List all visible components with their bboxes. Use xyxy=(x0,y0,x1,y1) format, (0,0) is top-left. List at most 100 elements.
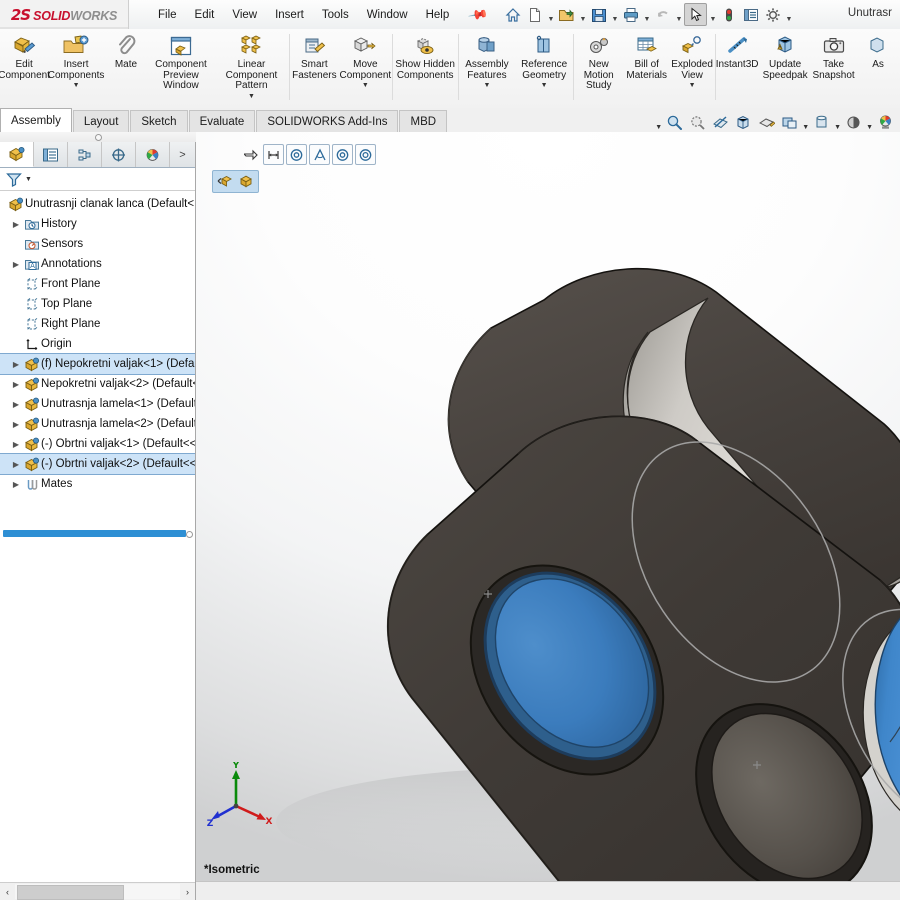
linear-pattern-caret[interactable]: ▼ xyxy=(248,93,255,100)
expand-arrow-icon[interactable]: ▶ xyxy=(10,360,22,369)
home-icon[interactable] xyxy=(502,4,523,25)
tree-item-obrtni-valjak-1[interactable]: ▶ (-) Obrtni valjak<1> (Default<<De xyxy=(0,434,195,454)
appearance-caret[interactable]: ▼ xyxy=(834,110,841,135)
insert-components-button[interactable]: Insert Components ▼ xyxy=(48,29,104,108)
select-cursor-caret[interactable]: ▼ xyxy=(708,2,717,28)
new-document-icon[interactable] xyxy=(524,4,545,25)
reference-geometry-button[interactable]: Reference Geometry ▼ xyxy=(515,29,573,108)
print-caret[interactable]: ▼ xyxy=(642,2,651,28)
distance-mate-icon[interactable] xyxy=(263,144,284,165)
tab-sketch[interactable]: Sketch xyxy=(130,110,188,132)
tree-resize-dot[interactable] xyxy=(186,531,193,538)
menu-item-file[interactable]: File xyxy=(149,5,186,25)
tree-item-sensors[interactable]: Sensors xyxy=(0,234,195,254)
scrollbar-track[interactable] xyxy=(15,884,180,900)
isolate-component-icon[interactable] xyxy=(214,172,235,191)
undo-caret[interactable]: ▼ xyxy=(674,2,683,28)
pushpin-icon[interactable]: 📌 xyxy=(467,3,490,25)
feature-manager-tab[interactable] xyxy=(0,142,34,167)
edit-component-button[interactable]: Edit Component xyxy=(0,29,50,108)
filter-caret-icon[interactable]: ▼ xyxy=(25,176,32,183)
move-component-button[interactable]: Move Component ▼ xyxy=(339,29,391,108)
flip-mate-alignment-icon[interactable] xyxy=(242,145,261,164)
show-hidden-components-button[interactable]: Show Hidden Components xyxy=(392,29,458,108)
save-icon[interactable] xyxy=(588,4,609,25)
tree-item-right-plane[interactable]: Right Plane xyxy=(0,314,195,334)
angle-mate-icon[interactable] xyxy=(309,144,330,165)
heads-up-expand-caret[interactable]: ▼ xyxy=(655,110,662,135)
menu-item-insert[interactable]: Insert xyxy=(266,5,313,25)
menu-item-tools[interactable]: Tools xyxy=(313,5,358,25)
menu-item-window[interactable]: Window xyxy=(358,5,417,25)
panel-bottom-scrollbar[interactable]: ‹ › xyxy=(0,882,195,900)
print-icon[interactable] xyxy=(620,4,641,25)
expand-arrow-icon[interactable]: ▶ xyxy=(10,400,22,409)
tree-item-unutrasnja-lamela-2[interactable]: ▶ Unutrasnja lamela<2> (Default<< xyxy=(0,414,195,434)
assembly-features-caret[interactable]: ▼ xyxy=(483,82,490,89)
tab-mbd[interactable]: MBD xyxy=(399,110,448,132)
tab-assembly[interactable]: Assembly xyxy=(0,108,72,132)
tree-item-history[interactable]: ▶ History xyxy=(0,214,195,234)
scrollbar-thumb[interactable] xyxy=(17,885,124,900)
exploded-view-button[interactable]: Exploded View ▼ xyxy=(670,29,715,108)
reference-geometry-caret[interactable]: ▼ xyxy=(541,82,548,89)
settings-caret[interactable]: ▼ xyxy=(784,2,793,28)
scroll-left-arrow-icon[interactable]: ‹ xyxy=(0,884,15,899)
display-style-icon[interactable] xyxy=(756,112,777,133)
expand-arrow-icon[interactable]: ▶ xyxy=(10,380,22,389)
new-motion-study-button[interactable]: New Motion Study xyxy=(574,29,624,108)
instant3d-button[interactable]: Instant3D xyxy=(715,29,759,108)
expand-arrow-icon[interactable]: ▶ xyxy=(10,220,22,229)
select-cursor-icon[interactable] xyxy=(684,3,708,26)
bill-of-materials-button[interactable]: Bill of Materials xyxy=(624,29,670,108)
open-folder-caret[interactable]: ▼ xyxy=(578,2,587,28)
tree-item-nepokretni-valjak-2[interactable]: ▶ Nepokretni valjak<2> (Default<<I xyxy=(0,374,195,394)
configuration-manager-tab[interactable] xyxy=(68,142,102,167)
menu-item-view[interactable]: View xyxy=(223,5,266,25)
assembly-extra-button[interactable]: As xyxy=(856,29,900,108)
tab-layout[interactable]: Layout xyxy=(72,110,130,132)
property-manager-tab[interactable] xyxy=(34,142,68,167)
graphics-viewport[interactable]: Y X Z *Isometric xyxy=(196,132,900,882)
zoom-to-fit-icon[interactable] xyxy=(664,112,685,133)
tree-item-top-plane[interactable]: Top Plane xyxy=(0,294,195,314)
concentric-mate-3-icon[interactable] xyxy=(355,144,376,165)
zoom-to-area-icon[interactable] xyxy=(687,112,708,133)
chain-link-model[interactable] xyxy=(196,132,900,882)
mate-button[interactable]: Mate xyxy=(104,29,148,108)
panel-grip-handle[interactable] xyxy=(0,132,196,142)
open-folder-icon[interactable] xyxy=(556,4,577,25)
expand-arrow-icon[interactable]: ▶ xyxy=(10,460,22,469)
component-preview-window-button[interactable]: Component Preview Window xyxy=(148,29,214,108)
undo-icon[interactable] xyxy=(652,4,673,25)
tree-horizontal-scrollbar[interactable] xyxy=(3,530,186,537)
expand-arrow-icon[interactable]: ▶ xyxy=(10,260,22,269)
insert-components-caret[interactable]: ▼ xyxy=(73,82,80,89)
hide-show-items-icon[interactable] xyxy=(779,112,800,133)
new-document-caret[interactable]: ▼ xyxy=(546,2,555,28)
smart-fasteners-button[interactable]: Smart Fasteners xyxy=(290,29,340,108)
menu-item-edit[interactable]: Edit xyxy=(186,5,224,25)
save-caret[interactable]: ▼ xyxy=(610,2,619,28)
tree-item-obrtni-valjak-2[interactable]: ▶ (-) Obrtni valjak<2> (Default<<De xyxy=(0,453,195,475)
concentric-mate-2-icon[interactable] xyxy=(332,144,353,165)
tab-evaluate[interactable]: Evaluate xyxy=(188,110,256,132)
view-orientation-icon[interactable] xyxy=(733,112,754,133)
apply-scene-icon[interactable] xyxy=(843,112,864,133)
update-speedpak-button[interactable]: Update Speedpak xyxy=(759,29,811,108)
expand-arrow-icon[interactable]: ▶ xyxy=(10,480,22,489)
options-list-icon[interactable] xyxy=(740,4,761,25)
expand-arrow-icon[interactable]: ▶ xyxy=(10,420,22,429)
rebuild-traffic-light-icon[interactable] xyxy=(718,4,739,25)
tree-item-front-plane[interactable]: Front Plane xyxy=(0,274,195,294)
section-view-icon[interactable] xyxy=(710,112,731,133)
edit-appearance-icon[interactable] xyxy=(811,112,832,133)
tree-item-nepokretni-valjak-1[interactable]: ▶ (f) Nepokretni valjak<1> (Default< xyxy=(0,353,195,375)
linear-component-pattern-button[interactable]: Linear Component Pattern ▼ xyxy=(214,29,289,108)
settings-gear-icon[interactable] xyxy=(762,4,783,25)
display-manager-tab[interactable] xyxy=(136,142,170,167)
expand-arrow-icon[interactable]: ▶ xyxy=(10,440,22,449)
tree-item-assembly-root[interactable]: Unutrasnji clanak lanca (Default<Disp xyxy=(0,194,195,214)
hide-show-caret[interactable]: ▼ xyxy=(802,110,809,135)
move-component-caret[interactable]: ▼ xyxy=(362,82,369,89)
